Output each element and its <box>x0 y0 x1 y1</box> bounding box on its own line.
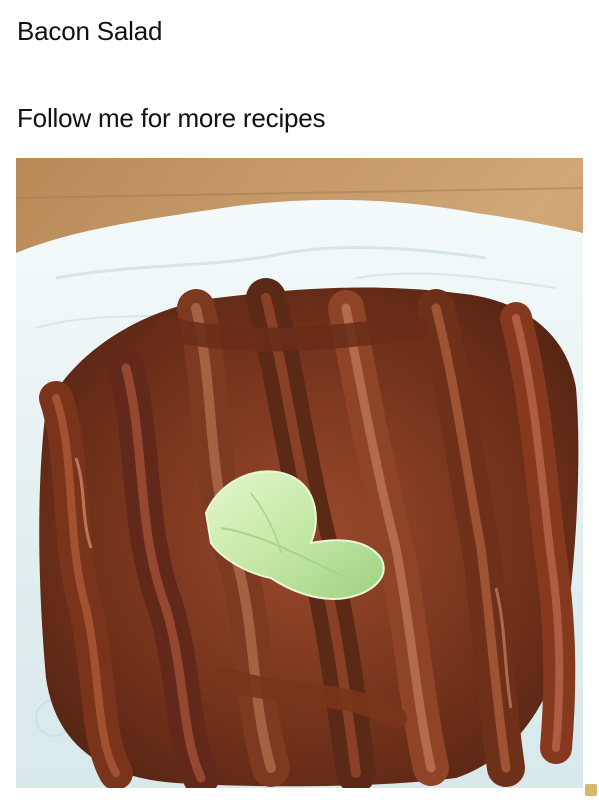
bacon-plate-photo <box>16 158 583 788</box>
corner-badge-icon <box>585 784 597 796</box>
meme-caption: Follow me for more recipes <box>17 103 326 133</box>
meme-title: Bacon Salad <box>17 16 163 46</box>
